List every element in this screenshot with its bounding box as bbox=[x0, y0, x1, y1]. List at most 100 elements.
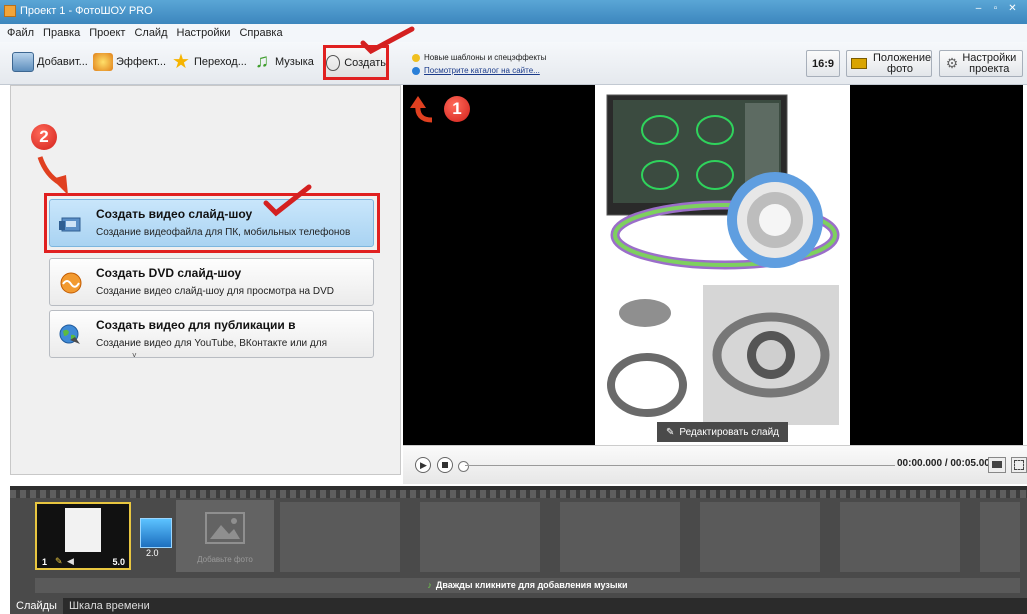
timeline-panel: 1 ✎ ◀ 5.0 2.0 Добавьте фото ♪ Дважды клик… bbox=[10, 486, 1027, 602]
tab-slides[interactable]: Слайды bbox=[10, 598, 63, 614]
slide-preview: ✎ Редактировать слайд bbox=[403, 85, 1023, 445]
menu-file[interactable]: Файл bbox=[7, 27, 34, 39]
project-settings-label: Настройки проекта bbox=[962, 51, 1017, 75]
empty-frame bbox=[420, 502, 540, 572]
image-placeholder-icon bbox=[205, 512, 245, 544]
create-publish-video-option[interactable]: Создать видео для публикации в Создание … bbox=[49, 310, 374, 360]
image-position-icon bbox=[851, 58, 867, 69]
globe-icon bbox=[59, 324, 80, 344]
menu-help[interactable]: Справка bbox=[239, 27, 282, 39]
transitions-button[interactable]: ★ Переход... bbox=[171, 50, 247, 74]
news-block: Новые шаблоны и спецэффекты Посмотрите к… bbox=[412, 51, 546, 77]
maximize-button[interactable]: ▫ bbox=[987, 2, 1004, 16]
menu-slide[interactable]: Слайд bbox=[134, 27, 167, 39]
effects-button-label: Эффект... bbox=[116, 56, 167, 68]
aspect-ratio-button[interactable]: 16:9 bbox=[806, 50, 840, 77]
tab-timeline[interactable]: Шкала времени bbox=[63, 598, 156, 614]
slide-number: 1 bbox=[42, 557, 48, 567]
catalog-link-text[interactable]: Посмотрите каталог на сайте... bbox=[424, 66, 540, 75]
camera-icon bbox=[992, 461, 1002, 468]
bottom-tabs: Слайды Шкала времени bbox=[10, 598, 1027, 614]
film-icon bbox=[59, 217, 81, 232]
toolbar: Добавит... Эффект... ★ Переход... ♫ Музы… bbox=[0, 42, 1027, 85]
option-title: Создать видео слайд-шоу bbox=[96, 207, 253, 221]
slide-duration: 5.0 bbox=[112, 557, 125, 567]
play-button[interactable]: ▶ bbox=[415, 457, 431, 473]
music-small-icon: ♪ bbox=[427, 580, 432, 590]
effects-button[interactable]: Эффект... bbox=[93, 50, 166, 74]
app-icon bbox=[4, 5, 16, 17]
window-controls: – ▫ ✕ bbox=[970, 2, 1021, 16]
aspect-ratio-label: 16:9 bbox=[811, 57, 835, 70]
add-button-label: Добавит... bbox=[37, 56, 88, 68]
palette-icon bbox=[93, 53, 113, 71]
option-title: Создать видео для публикации в bbox=[96, 318, 296, 332]
music-button[interactable]: ♫ Музыка bbox=[252, 50, 314, 74]
player-controls: ▶ 00:00.000 / 00:05.000 bbox=[403, 445, 1027, 484]
arrow-annotation bbox=[37, 156, 68, 195]
play-icon: ▶ bbox=[420, 460, 427, 470]
fullscreen-icon bbox=[1014, 460, 1024, 470]
create-button-label: Создать bbox=[344, 56, 386, 69]
option-title: Создать DVD слайд-шоу bbox=[96, 266, 242, 280]
empty-frame bbox=[980, 502, 1020, 572]
slide-image bbox=[595, 85, 850, 445]
dvd-icon bbox=[60, 272, 82, 294]
star-icon: ★ bbox=[172, 51, 190, 73]
speaker-icon[interactable]: ◀ bbox=[67, 556, 74, 567]
catalog-link[interactable]: Посмотрите каталог на сайте... bbox=[412, 64, 546, 77]
music-track[interactable]: ♪ Дважды кликните для добавления музыки bbox=[35, 578, 1020, 593]
music-note-icon: ♫ bbox=[254, 51, 270, 72]
seek-handle[interactable] bbox=[458, 461, 469, 472]
music-button-label: Музыка bbox=[275, 56, 314, 68]
thumbnail-image bbox=[65, 508, 101, 552]
create-video-slideshow-option[interactable]: Создать видео слайд-шоу Создание видеофа… bbox=[49, 199, 374, 247]
checkmark-annotation bbox=[263, 184, 312, 217]
slide-thumbnail[interactable]: 1 ✎ ◀ 5.0 bbox=[35, 502, 131, 570]
photo-position-label: Положение фото bbox=[873, 51, 932, 75]
disc-icon bbox=[326, 54, 341, 71]
edit-slide-button[interactable]: ✎ Редактировать слайд bbox=[657, 422, 788, 442]
music-hint: Дважды кликните для добавления музыки bbox=[435, 580, 628, 590]
option-description: Создание видео слайд-шоу для просмотра н… bbox=[96, 286, 334, 297]
gear-icon: ⚙ bbox=[945, 55, 959, 71]
create-dvd-slideshow-option[interactable]: Создать DVD слайд-шоу Создание видео сла… bbox=[49, 258, 374, 306]
title-bar: Проект 1 - ФотоШОУ PRO – ▫ ✕ bbox=[0, 0, 1027, 24]
transition-duration: 2.0 bbox=[146, 548, 159, 558]
step-1-badge: 1 bbox=[444, 96, 470, 122]
fullscreen-button[interactable] bbox=[1011, 457, 1027, 473]
option-description: Создание видео для YouTube, ВКонтакте ил… bbox=[96, 338, 328, 349]
expand-indicator: ˅ bbox=[132, 351, 137, 360]
empty-frame bbox=[280, 502, 400, 572]
project-settings-button[interactable]: ⚙ Настройки проекта bbox=[939, 50, 1023, 77]
transitions-button-label: Переход... bbox=[194, 56, 247, 68]
news-text: Новые шаблоны и спецэффекты bbox=[424, 53, 547, 62]
close-button[interactable]: ✕ bbox=[1004, 2, 1021, 16]
stop-icon bbox=[442, 462, 448, 468]
minimize-button[interactable]: – bbox=[970, 2, 987, 16]
stop-button[interactable] bbox=[437, 457, 453, 473]
empty-frame bbox=[700, 502, 820, 572]
menu-project[interactable]: Проект bbox=[89, 27, 125, 39]
menu-bar: Файл Правка Проект Слайд Настройки Справ… bbox=[0, 24, 1027, 42]
add-photo-label: Добавьте фото bbox=[197, 555, 253, 564]
film-perforation bbox=[10, 490, 1027, 498]
option-description: Создание видеофайла для ПК, мобильных те… bbox=[96, 227, 351, 238]
pencil-icon: ✎ bbox=[665, 426, 675, 438]
curved-arrow-annotation bbox=[410, 96, 433, 123]
snapshot-button[interactable] bbox=[988, 457, 1006, 473]
add-button[interactable]: Добавит... bbox=[12, 50, 88, 74]
create-panel: Создать видео слайд-шоу Создание видеофа… bbox=[10, 85, 401, 475]
seek-track[interactable] bbox=[465, 465, 895, 466]
edit-slide-label: Редактировать слайд bbox=[679, 426, 780, 438]
step-2-badge: 2 bbox=[31, 124, 57, 150]
checkmark-annotation bbox=[360, 26, 415, 55]
pencil-small-icon[interactable]: ✎ bbox=[55, 556, 63, 567]
add-photo-slot[interactable]: Добавьте фото bbox=[176, 500, 274, 572]
transition-thumbnail[interactable] bbox=[140, 518, 172, 548]
menu-settings[interactable]: Настройки bbox=[177, 27, 231, 39]
photo-position-button[interactable]: Положение фото bbox=[846, 50, 932, 77]
menu-edit[interactable]: Правка bbox=[43, 27, 80, 39]
globe-small-icon bbox=[412, 66, 420, 75]
photos-icon bbox=[12, 52, 34, 72]
